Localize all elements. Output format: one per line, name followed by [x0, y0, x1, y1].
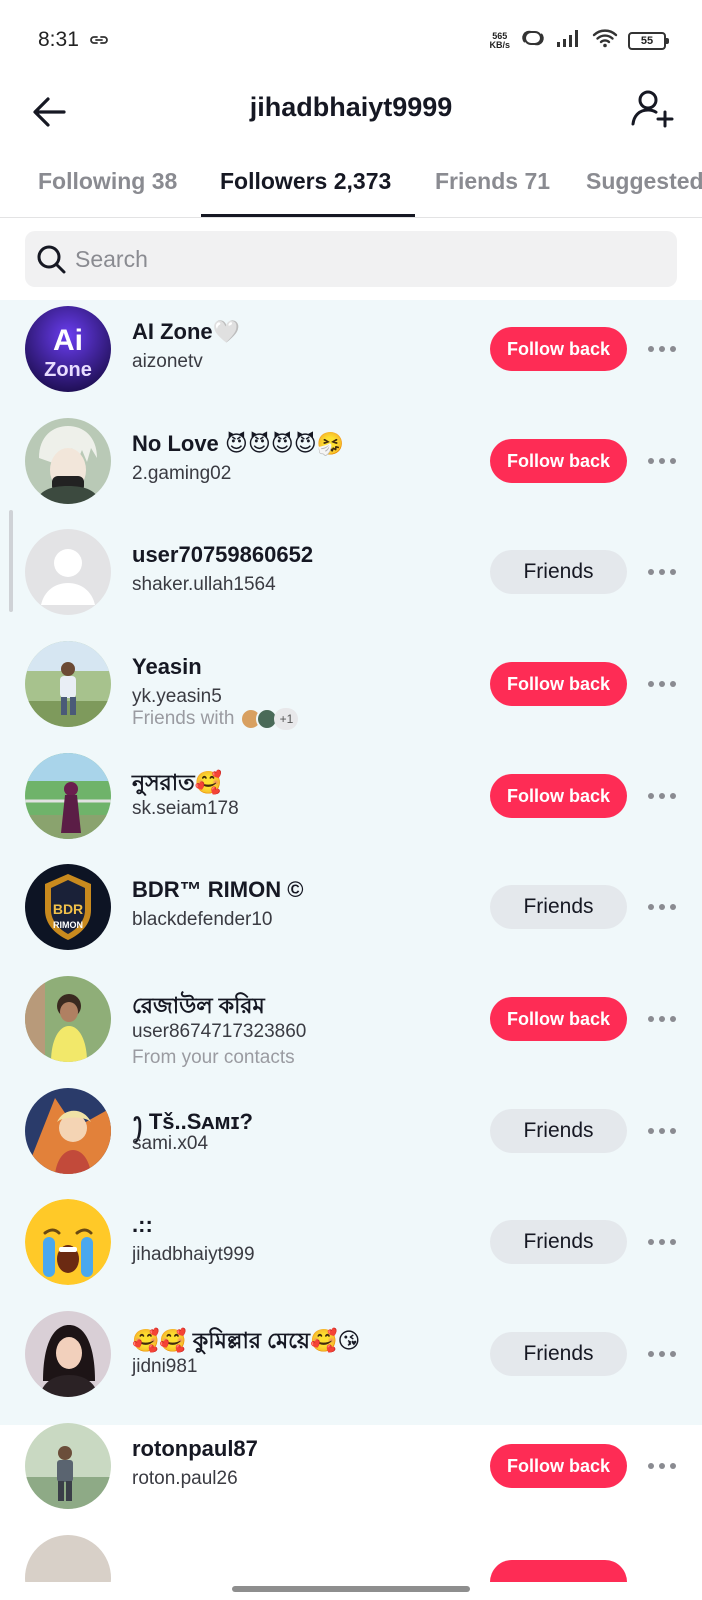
follow-back-button[interactable]: Follow back [490, 662, 627, 706]
mutual-friends-label: Friends with [132, 708, 235, 729]
contact-source-note: From your contacts [132, 1047, 295, 1068]
more-options-icon[interactable] [642, 1344, 682, 1364]
follow-back-button[interactable]: Follow back [490, 774, 627, 818]
more-options-icon[interactable] [642, 562, 682, 582]
follower-username: 2.gaming02 [132, 463, 232, 484]
avatar[interactable] [25, 1535, 111, 1582]
friends-button[interactable]: Friends [490, 885, 627, 929]
network-speed: 565 KB/s [489, 30, 510, 50]
list-item[interactable]: .:: jihadbhaiyt999 Friends [0, 1186, 702, 1298]
tab-following[interactable]: Following 38 [38, 168, 177, 195]
list-item[interactable]: 🥰🥰 কুমিল্লার মেয়ে🥰😘 jidni981 Friends [0, 1298, 702, 1410]
follow-back-button-partial[interactable] [490, 1560, 627, 1582]
follower-username: aizonetv [132, 351, 203, 372]
wifi-icon [592, 28, 618, 53]
avatar[interactable] [25, 753, 111, 839]
follow-back-button[interactable]: Follow back [490, 439, 627, 483]
follower-username: jidni981 [132, 1356, 198, 1377]
cellular-signal-icon [556, 28, 582, 53]
avatar[interactable]: Ai Zone [25, 306, 111, 392]
follower-name: BDR™ RIMON © [132, 877, 304, 902]
search-icon [37, 245, 66, 274]
home-indicator[interactable] [232, 1586, 470, 1592]
follow-back-button[interactable]: Follow back [490, 327, 627, 371]
friends-button[interactable]: Friends [490, 1332, 627, 1376]
svg-text:Ai: Ai [53, 324, 83, 357]
list-item[interactable]: BDR RIMON BDR™ RIMON © blackdefender10 Fr… [0, 851, 702, 963]
avatar[interactable] [25, 418, 111, 504]
avatar[interactable] [25, 529, 111, 615]
friends-button[interactable]: Friends [490, 1220, 627, 1264]
follower-name: AI Zone🤍 [132, 319, 241, 344]
search-input[interactable] [75, 245, 635, 273]
add-friend-button[interactable] [628, 86, 676, 134]
follower-username: yk.yeasin5 [132, 686, 222, 707]
follower-username: sami.x04 [132, 1133, 209, 1154]
avatar[interactable] [25, 1088, 111, 1174]
tab-followers[interactable]: Followers 2,373 [220, 168, 391, 195]
more-options-icon[interactable] [642, 1009, 682, 1029]
status-time: 8:31 [38, 28, 79, 51]
more-options-icon[interactable] [642, 897, 682, 917]
follower-name: user70759860652 [132, 542, 314, 567]
follow-back-button[interactable]: Follow back [490, 997, 627, 1041]
svg-text:RIMON: RIMON [53, 920, 83, 930]
list-item[interactable]: রেজাউল করিম user8674717323860 From your … [0, 963, 702, 1075]
person-add-icon [631, 90, 674, 128]
more-options-icon[interactable] [642, 1456, 682, 1476]
more-options-icon[interactable] [642, 786, 682, 806]
friends-button[interactable]: Friends [490, 1109, 627, 1153]
tab-bar: Following 38 Followers 2,373 Friends 71 … [0, 152, 702, 218]
page-title: jihadbhaiyt9999 [249, 92, 453, 122]
follower-username: roton.paul26 [132, 1468, 238, 1489]
list-item[interactable]: rotonpaul87 roton.paul26 Follow back [0, 1410, 702, 1522]
follow-back-button[interactable]: Follow back [490, 1444, 627, 1488]
svg-text:BDR: BDR [53, 901, 83, 917]
avatar[interactable]: BDR RIMON [25, 864, 111, 950]
active-tab-indicator [201, 214, 415, 217]
list-item[interactable]: ꫂ Tš..Sᴀᴍɪ? sami.x04 Friends [0, 1075, 702, 1187]
follower-username: sk.seiam178 [132, 798, 239, 819]
avatar[interactable] [25, 641, 111, 727]
more-options-icon[interactable] [642, 451, 682, 471]
data-link-icon [520, 28, 546, 53]
follower-name: rotonpaul87 [132, 1436, 258, 1461]
mutual-friends-count: +1 [274, 708, 299, 730]
list-item-partial[interactable] [0, 1522, 702, 1582]
avatar[interactable] [25, 976, 111, 1062]
more-options-icon[interactable] [642, 674, 682, 694]
mutual-friends-note: Friends with +1 [132, 708, 299, 730]
follower-username: shaker.ullah1564 [132, 574, 276, 595]
more-options-icon[interactable] [642, 339, 682, 359]
follower-name: .:: [132, 1212, 153, 1237]
list-item[interactable]: নুসরাত🥰 sk.seiam178 Follow back [0, 740, 702, 852]
header: jihadbhaiyt9999 [0, 84, 702, 152]
search-bar[interactable] [25, 231, 677, 287]
svg-text:Zone: Zone [44, 359, 92, 381]
avatar[interactable] [25, 1423, 111, 1509]
battery-icon: 55 [628, 31, 669, 50]
list-item[interactable]: Ai Zone AI Zone🤍 aizonetv Follow back [0, 293, 702, 405]
more-options-icon[interactable] [642, 1232, 682, 1252]
follower-username: blackdefender10 [132, 909, 273, 930]
tab-friends[interactable]: Friends 71 [435, 168, 550, 195]
list-item[interactable]: Yeasin yk.yeasin5 Friends with +1 Follow… [0, 628, 702, 740]
friends-button[interactable]: Friends [490, 550, 627, 594]
status-icons: 565 KB/s 55 [489, 28, 669, 53]
tab-suggested[interactable]: Suggested [586, 168, 702, 195]
follower-name: No Love 😈😈😈😈🤧 [132, 431, 345, 456]
link-icon [90, 33, 108, 51]
more-options-icon[interactable] [642, 1121, 682, 1141]
avatar[interactable] [25, 1199, 111, 1285]
follower-name: Yeasin [132, 654, 202, 679]
status-bar: 8:31 565 KB/s 55 [0, 0, 702, 84]
follower-username: jihadbhaiyt999 [132, 1244, 255, 1265]
list-item[interactable]: user70759860652 shaker.ullah1564 Friends [0, 516, 702, 628]
list-item[interactable]: No Love 😈😈😈😈🤧 2.gaming02 Follow back [0, 405, 702, 517]
follower-username: user8674717323860 [132, 1021, 307, 1042]
avatar[interactable] [25, 1311, 111, 1397]
